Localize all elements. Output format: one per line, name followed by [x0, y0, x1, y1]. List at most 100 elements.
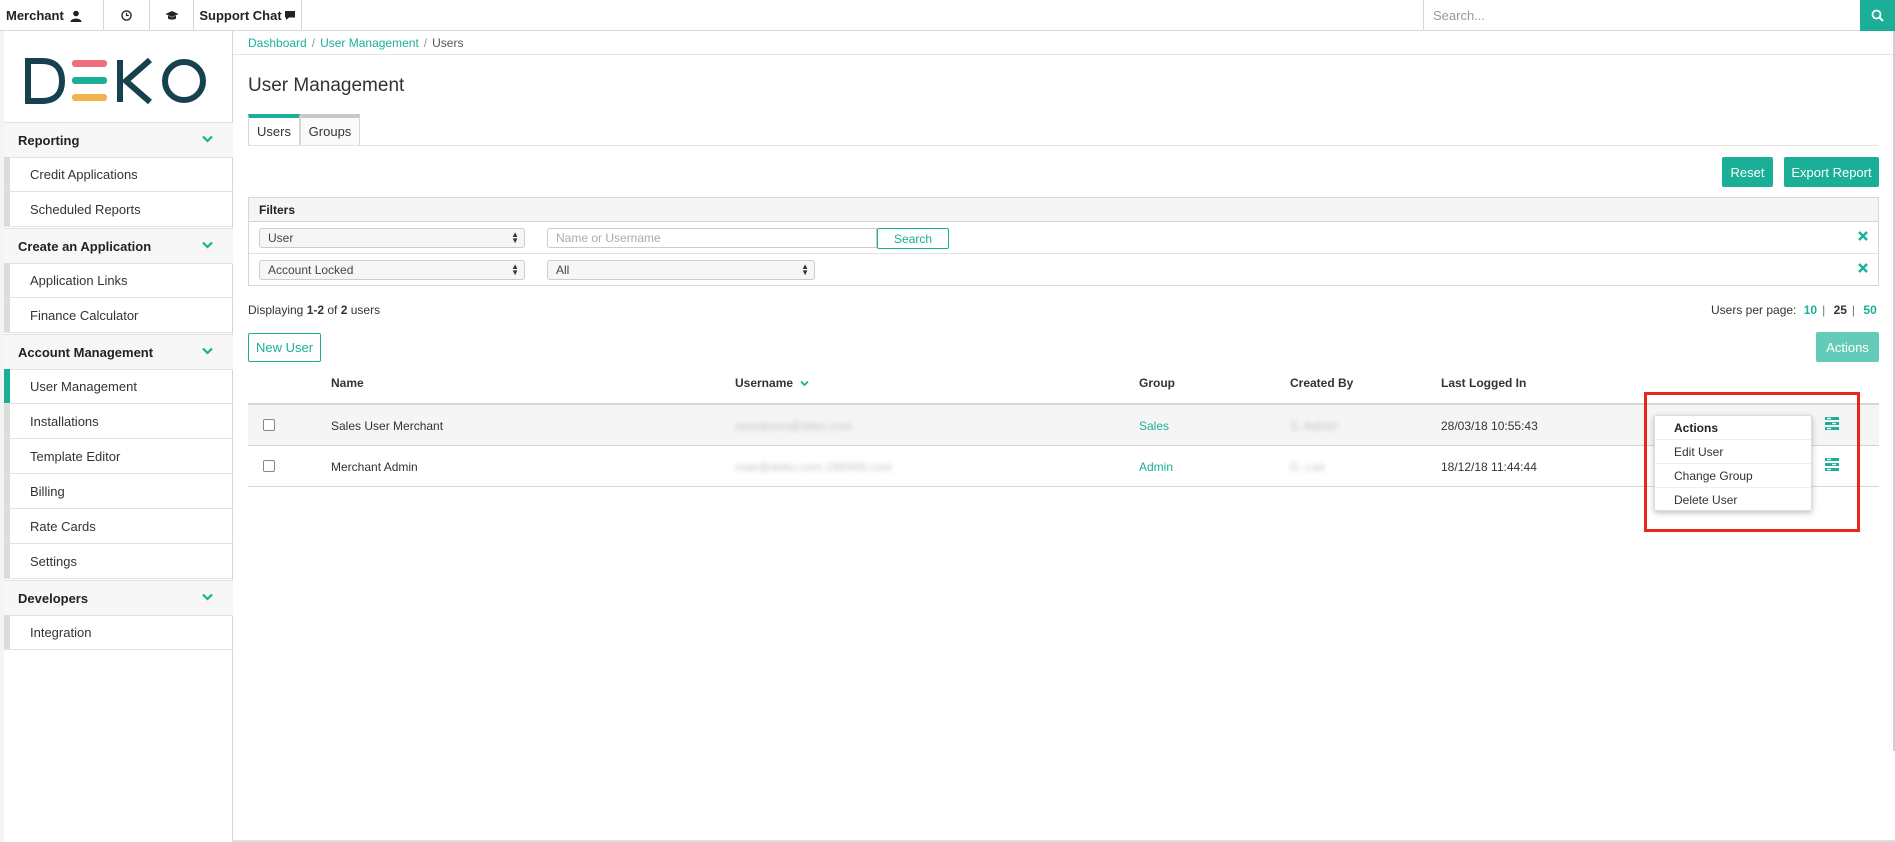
sidebar-item-label: User Management — [30, 378, 137, 394]
per-page-selector: Users per page: 10 | 25 | 50 — [1711, 303, 1877, 317]
sidebar-section-create-an-application[interactable]: Create an Application — [4, 228, 233, 264]
close-icon[interactable] — [1858, 231, 1868, 241]
column-header-created-by[interactable]: Created By — [1290, 376, 1353, 390]
sidebar-section-label: Developers — [18, 590, 89, 606]
breadcrumb-users: Users — [432, 36, 464, 50]
table-row[interactable]: Sales User Merchant userdemo@deko.com Sa… — [248, 405, 1879, 446]
filter-field-select[interactable]: User ▲ ▼ — [259, 228, 525, 248]
filter-field-select[interactable]: Account Locked ▲ ▼ — [259, 260, 525, 280]
close-icon[interactable] — [1858, 263, 1868, 273]
sidebar-item-label: Integration — [30, 624, 92, 640]
export-report-button[interactable]: Export Report — [1784, 157, 1879, 187]
displaying-count: Displaying 1-2 of 2 users — [248, 303, 380, 317]
user-name: Merchant Admin — [331, 460, 418, 474]
sidebar-item-integration[interactable]: Integration — [4, 615, 233, 650]
sidebar-item-settings[interactable]: Settings — [4, 544, 233, 579]
column-header-last-logged-in[interactable]: Last Logged In — [1441, 376, 1526, 390]
graduation-cap-icon — [165, 11, 178, 20]
filter-row: User ▲ ▼ Name or Username Search — [249, 222, 1878, 254]
filter-field-value: Account Locked — [268, 263, 354, 277]
column-header-username-label: Username — [735, 376, 794, 390]
filter-row: Account Locked ▲ ▼ All ▲ ▼ — [249, 254, 1878, 286]
account-locked-select[interactable]: All ▲ ▼ — [547, 260, 815, 280]
training-button[interactable] — [150, 0, 194, 31]
sidebar-item-user-management[interactable]: User Management — [4, 369, 233, 404]
account-locked-value: All — [556, 263, 570, 277]
row-checkbox[interactable] — [263, 419, 275, 431]
actions-button[interactable]: Actions — [1816, 332, 1879, 362]
clock-icon — [121, 10, 132, 21]
filter-search-button[interactable]: Search — [877, 228, 949, 249]
displaying-suffix: users — [347, 303, 381, 317]
breadcrumb-user-management[interactable]: User Management — [320, 36, 419, 50]
global-search — [1423, 0, 1859, 31]
divider — [233, 54, 1895, 55]
sidebar-item-label: Credit Applications — [30, 166, 138, 182]
per-page-label: Users per page: — [1711, 303, 1797, 317]
tab-users[interactable]: Users — [248, 114, 300, 146]
sidebar-item-finance-calculator[interactable]: Finance Calculator — [4, 298, 233, 333]
sidebar-section-reporting[interactable]: Reporting — [4, 122, 233, 158]
sidebar-item-label: Template Editor — [30, 448, 121, 464]
per-page-10[interactable]: 10 — [1804, 303, 1817, 317]
sidebar-section-label: Account Management — [18, 344, 154, 360]
sidebar-item-template-editor[interactable]: Template Editor — [4, 439, 233, 474]
chevron-down-icon — [800, 380, 810, 387]
support-chat-label: Support Chat — [199, 8, 282, 23]
chat-icon — [284, 11, 295, 20]
user-group-link[interactable]: Sales — [1139, 419, 1169, 433]
chevron-down-icon — [202, 347, 213, 355]
user-last-logged-in: 18/12/18 11:44:44 — [1441, 460, 1537, 474]
sidebar: Reporting Credit Applications Scheduled Re… — [0, 31, 233, 842]
sidebar-item-rate-cards[interactable]: Rate Cards — [4, 509, 233, 544]
sidebar-item-scheduled-reports[interactable]: Scheduled Reports — [4, 192, 233, 227]
change-group-menu-item[interactable]: Change Group — [1655, 464, 1811, 488]
breadcrumb-dashboard[interactable]: Dashboard — [248, 36, 307, 50]
search-button[interactable] — [1860, 0, 1895, 31]
name-username-input[interactable]: Name or Username — [547, 228, 877, 248]
sidebar-item-label: Installations — [30, 413, 99, 429]
sidebar-item-installations[interactable]: Installations — [4, 404, 233, 439]
sidebar-section-label: Create an Application — [18, 238, 152, 254]
deko-logo — [25, 57, 206, 105]
edit-user-menu-item[interactable]: Edit User — [1655, 440, 1811, 464]
row-checkbox[interactable] — [263, 460, 275, 472]
chevron-down-icon — [202, 135, 213, 143]
sidebar-item-label: Application Links — [30, 272, 128, 288]
breadcrumb: Dashboard / User Management / Users — [248, 36, 464, 50]
column-header-name[interactable]: Name — [331, 376, 364, 390]
sidebar-section-developers[interactable]: Developers — [4, 580, 233, 616]
tab-groups[interactable]: Groups — [300, 114, 360, 146]
sidebar-item-label: Finance Calculator — [30, 307, 139, 323]
user-name: Sales User Merchant — [331, 419, 444, 433]
support-chat-button[interactable]: Support Chat — [194, 0, 302, 31]
per-page-50[interactable]: 50 — [1863, 303, 1876, 317]
user-username: mae@deko.com.189349.com — [735, 460, 892, 474]
sidebar-item-billing[interactable]: Billing — [4, 474, 233, 509]
filters-panel: Filters User ▲ ▼ Name or Username Search … — [248, 197, 1879, 286]
user-created-by: D. Lee — [1290, 460, 1326, 474]
name-username-placeholder: Name or Username — [556, 231, 661, 245]
history-button[interactable] — [104, 0, 150, 31]
table-row[interactable]: Merchant Admin mae@deko.com.189349.com A… — [248, 446, 1879, 487]
filters-title: Filters — [249, 198, 1878, 222]
select-arrows-icon: ▲ ▼ — [801, 262, 809, 277]
user-last-logged-in: 28/03/18 10:55:43 — [1441, 419, 1538, 433]
user-username: userdemo@deko.com — [735, 419, 853, 433]
per-page-25[interactable]: 25 — [1834, 303, 1847, 317]
delete-user-menu-item[interactable]: Delete User — [1655, 488, 1811, 512]
displaying-of: of — [324, 303, 341, 317]
merchant-menu[interactable]: Merchant — [0, 0, 104, 31]
sidebar-item-label: Settings — [30, 553, 77, 569]
column-header-username[interactable]: Username — [735, 376, 810, 390]
sidebar-section-account-management[interactable]: Account Management — [4, 334, 233, 370]
user-group-link[interactable]: Admin — [1139, 460, 1173, 474]
column-header-group[interactable]: Group — [1139, 376, 1175, 390]
reset-button[interactable]: Reset — [1722, 157, 1773, 187]
sidebar-item-credit-applications[interactable]: Credit Applications — [4, 157, 233, 192]
filter-field-value: User — [268, 231, 294, 245]
search-input[interactable] — [1424, 0, 1859, 31]
sidebar-item-application-links[interactable]: Application Links — [4, 263, 233, 298]
page-title: User Management — [248, 75, 405, 96]
new-user-button[interactable]: New User — [248, 333, 321, 362]
